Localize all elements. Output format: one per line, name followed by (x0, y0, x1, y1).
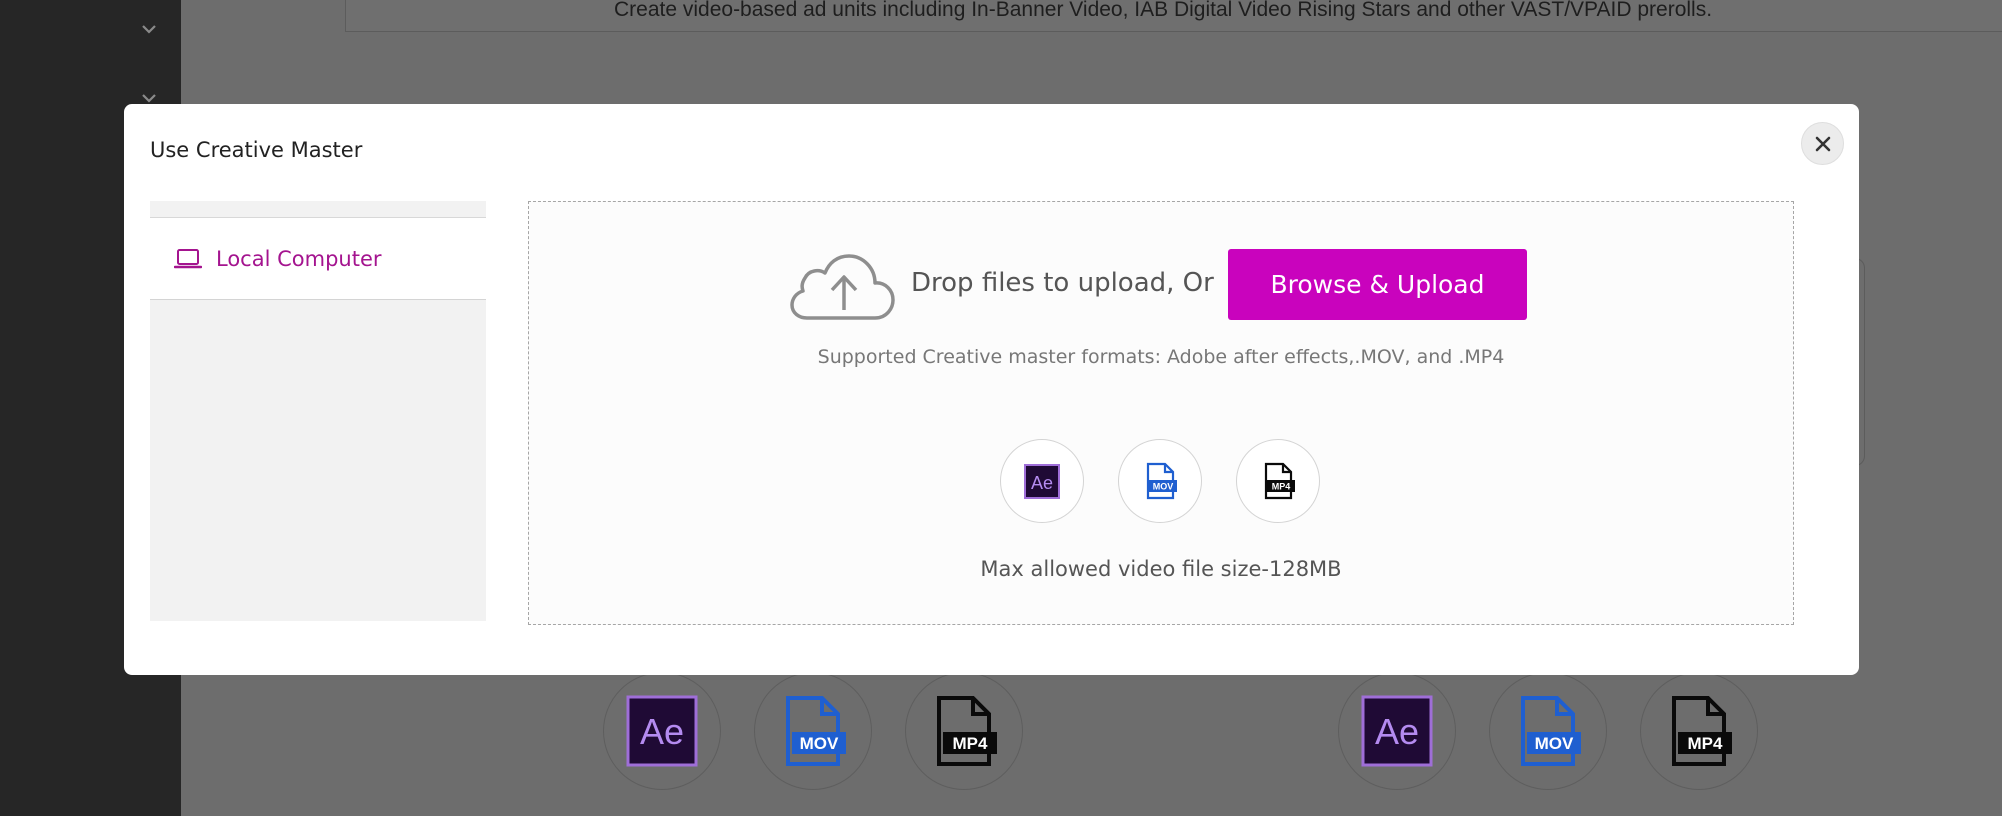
bg-ae-label: Ae (1375, 711, 1419, 752)
drop-files-text: Drop files to upload, Or (911, 268, 1214, 298)
mov-format: MOV (1118, 439, 1202, 523)
modal-title: Use Creative Master (150, 138, 363, 162)
bg-mp4-label: MP4 (1688, 734, 1724, 753)
after-effects-icon: Ae (1024, 464, 1060, 499)
upload-source-panel: Local Computer (150, 201, 486, 621)
close-icon (1815, 136, 1830, 151)
mp4-file-icon: MP4 (905, 672, 1023, 790)
after-effects-icon: Ae (603, 672, 721, 790)
browse-upload-button[interactable]: Browse & Upload (1228, 249, 1527, 320)
supported-formats-text: Supported Creative master formats: Adobe… (817, 346, 1505, 368)
mov-file-icon: MOV (1489, 672, 1607, 790)
source-item-local-computer[interactable]: Local Computer (150, 218, 486, 300)
mp4-format: MP4 (1236, 439, 1320, 523)
bg-mov-label: MOV (800, 734, 839, 753)
source-item-label: Local Computer (216, 246, 382, 271)
mov-file-icon: MOV (754, 672, 872, 790)
bg-ae-label: Ae (640, 711, 684, 752)
use-creative-master-modal: Use Creative Master Local Computer Drop … (124, 104, 1859, 675)
video-ad-card: Create video-based ad units including In… (345, 0, 2002, 32)
mov-file-icon: MOV (1146, 462, 1177, 500)
mp4-file-icon: MP4 (1640, 672, 1758, 790)
mp4-label: MP4 (1272, 482, 1291, 492)
source-panel-header (150, 201, 486, 218)
close-button[interactable] (1801, 122, 1844, 165)
file-drop-zone[interactable]: Drop files to upload, Or Browse & Upload… (528, 201, 1794, 625)
mp4-file-icon: MP4 (1264, 462, 1295, 500)
ae-label: Ae (1031, 473, 1053, 493)
mov-label: MOV (1153, 482, 1174, 492)
cloud-upload-icon (790, 254, 895, 320)
video-ad-description: Create video-based ad units including In… (614, 0, 1713, 21)
after-effects-format: Ae (1000, 439, 1084, 523)
bg-mov-label: MOV (1535, 734, 1574, 753)
laptop-icon (174, 248, 202, 268)
bg-mp4-label: MP4 (953, 734, 989, 753)
max-file-size-text: Max allowed video file size-128MB (980, 557, 1342, 581)
after-effects-icon: Ae (1338, 672, 1456, 790)
chevron-down-icon[interactable] (138, 18, 160, 40)
